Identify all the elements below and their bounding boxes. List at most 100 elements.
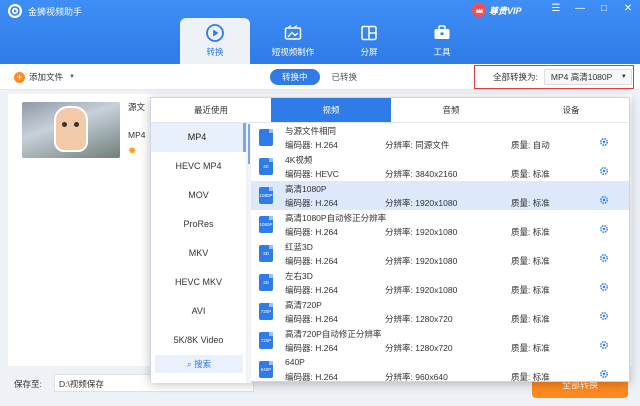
- video-file-icon: 720P: [259, 303, 273, 320]
- minimize-icon[interactable]: —: [574, 3, 586, 14]
- split-screen-icon: [360, 24, 378, 42]
- video-file-icon: 1080P: [259, 216, 273, 233]
- preset-name: 左右3D: [285, 271, 313, 281]
- preset-row[interactable]: 1080P 高清1080P自动修正分辨率 编码器: H.264 分辨率: 192…: [251, 210, 629, 239]
- preset-resolution: 分辨率: 1280x720: [385, 314, 453, 324]
- preset-row[interactable]: 720P 高清720P自动修正分辨率 编码器: H.264 分辨率: 1280x…: [251, 326, 629, 355]
- search-label: 搜索: [194, 359, 212, 369]
- format-item-hevc-mkv[interactable]: HEVC MKV: [151, 268, 246, 297]
- preset-row[interactable]: 720P 高清720P 编码器: H.264 分辨率: 1280x720 质量:…: [251, 297, 629, 326]
- preset-name: 高清720P自动修正分辨率: [285, 329, 382, 339]
- menu-icon[interactable]: ☰: [550, 3, 562, 14]
- preset-encoder: 编码器: H.264: [285, 198, 338, 208]
- chevron-down-icon[interactable]: ▼: [69, 74, 75, 80]
- gear-icon[interactable]: [599, 224, 609, 234]
- scrollbar-thumb[interactable]: [248, 124, 250, 164]
- gear-icon[interactable]: [599, 195, 609, 205]
- main-nav: 转换 短视频制作 分屏 工具: [180, 18, 478, 64]
- preset-name: 高清720P: [285, 300, 322, 310]
- nav-tab-split-screen[interactable]: 分屏: [336, 18, 402, 64]
- preset-resolution: 分辨率: 1920x1080: [385, 256, 458, 266]
- file-format: MP4: [128, 130, 146, 140]
- video-file-icon: 640P: [259, 361, 273, 378]
- preset-resolution: 分辨率: 1920x1080: [385, 227, 458, 237]
- preset-list: 与源文件相同 编码器: H.264 分辨率: 同源文件 质量: 自动 4K 4K…: [251, 123, 629, 383]
- film-icon: [284, 24, 302, 42]
- preset-name: 高清1080P: [285, 184, 327, 194]
- preset-row[interactable]: 3D 红蓝3D 编码器: H.264 分辨率: 1920x1080 质量: 标准: [251, 239, 629, 268]
- preset-name: 高清1080P自动修正分辨率: [285, 213, 387, 223]
- preset-name: 与源文件相同: [285, 126, 337, 136]
- gear-icon[interactable]: [599, 253, 609, 263]
- preset-encoder: 编码器: H.264: [285, 343, 338, 353]
- format-item-5k-8k[interactable]: 5K/8K Video: [151, 326, 246, 355]
- tab-video[interactable]: 视频: [271, 98, 391, 122]
- vip-crown-icon: [472, 3, 486, 17]
- preset-row[interactable]: 3D 左右3D 编码器: H.264 分辨率: 1920x1080 质量: 标准: [251, 268, 629, 297]
- tab-recent[interactable]: 最近使用: [151, 98, 271, 122]
- format-search-button[interactable]: ⌕ 搜索: [155, 355, 243, 373]
- preset-row-selected[interactable]: 1080P 高清1080P 编码器: H.264 分辨率: 1920x1080 …: [251, 181, 629, 210]
- add-file-button[interactable]: + 添加文件 ▼: [14, 71, 75, 83]
- preset-encoder: 编码器: H.264: [285, 256, 338, 266]
- preset-quality: 质量: 标准: [511, 314, 550, 324]
- title-bar: 金狮视频助手 转换 短视频制作 分屏 工具 尊贵VIP ☰ — □ ✕: [0, 0, 640, 64]
- preset-row[interactable]: 与源文件相同 编码器: H.264 分辨率: 同源文件 质量: 自动: [251, 123, 629, 152]
- nav-tab-label: 短视频制作: [271, 47, 315, 57]
- convert-icon: [206, 24, 224, 42]
- effects-icon[interactable]: ✸: [128, 146, 136, 157]
- video-file-icon: 3D: [259, 274, 273, 291]
- gear-icon[interactable]: [599, 369, 609, 379]
- gear-icon[interactable]: [599, 282, 609, 292]
- preset-encoder: 编码器: H.264: [285, 372, 338, 382]
- search-icon: ⌕: [186, 359, 192, 369]
- preset-quality: 质量: 标准: [511, 198, 550, 208]
- convert-all-select[interactable]: MP4 高清1080P ▼: [543, 69, 632, 85]
- tab-audio[interactable]: 音频: [391, 98, 511, 122]
- preset-quality: 质量: 标准: [511, 372, 550, 382]
- preset-resolution: 分辨率: 同源文件: [385, 140, 450, 150]
- gear-icon[interactable]: [599, 340, 609, 350]
- gear-icon[interactable]: [599, 137, 609, 147]
- preset-resolution: 分辨率: 1280x720: [385, 343, 453, 353]
- preset-row[interactable]: 640P 640P 编码器: H.264 分辨率: 960x640 质量: 标准: [251, 355, 629, 383]
- status-switch: 转换中 已转换: [270, 69, 369, 85]
- preset-encoder: 编码器: H.264: [285, 314, 338, 324]
- format-item-mkv[interactable]: MKV: [151, 239, 246, 268]
- maximize-icon[interactable]: □: [598, 3, 610, 14]
- preset-encoder: 编码器: H.264: [285, 285, 338, 295]
- vip-badge[interactable]: 尊贵VIP: [472, 3, 522, 17]
- convert-all-label: 全部转换为:: [493, 72, 538, 82]
- convert-all-value: MP4 高清1080P: [550, 72, 613, 82]
- preset-resolution: 分辨率: 1920x1080: [385, 198, 458, 208]
- format-item-mov[interactable]: MOV: [151, 181, 246, 210]
- window-controls: ☰ — □ ✕: [550, 3, 634, 14]
- nav-tab-label: 工具: [433, 47, 451, 57]
- preset-row[interactable]: 4K 4K视频 编码器: HEVC 分辨率: 3840x2160 质量: 标准: [251, 152, 629, 181]
- preset-resolution: 分辨率: 1920x1080: [385, 285, 458, 295]
- file-name: 源文: [128, 102, 146, 112]
- nav-tab-tools[interactable]: 工具: [406, 18, 478, 64]
- convert-all-format: 全部转换为: MP4 高清1080P ▼: [474, 65, 634, 89]
- tab-converted[interactable]: 已转换: [320, 69, 370, 85]
- tab-device[interactable]: 设备: [511, 98, 631, 122]
- gear-icon[interactable]: [599, 166, 609, 176]
- format-item-prores[interactable]: ProRes: [151, 210, 246, 239]
- video-thumbnail[interactable]: [22, 102, 120, 158]
- preset-resolution: 分辨率: 960x640: [385, 372, 448, 382]
- nav-tab-convert[interactable]: 转换: [180, 18, 250, 64]
- nav-tab-short-video[interactable]: 短视频制作: [254, 18, 332, 64]
- tab-converting[interactable]: 转换中: [270, 69, 320, 85]
- format-item-hevc-mp4[interactable]: HEVC MP4: [151, 152, 246, 181]
- format-list: MP4 HEVC MP4 MOV ProRes MKV HEVC MKV AVI…: [151, 123, 247, 383]
- format-item-avi[interactable]: AVI: [151, 297, 246, 326]
- format-item-mp4[interactable]: MP4: [151, 123, 246, 152]
- preset-name: 640P: [285, 357, 305, 367]
- preset-quality: 质量: 标准: [511, 343, 550, 353]
- close-icon[interactable]: ✕: [622, 3, 634, 14]
- gear-icon[interactable]: [599, 311, 609, 321]
- app-logo-icon: [8, 4, 22, 18]
- toolbar: + 添加文件 ▼ 转换中 已转换 全部转换为: MP4 高清1080P ▼: [0, 64, 640, 90]
- preset-resolution: 分辨率: 3840x2160: [385, 169, 458, 179]
- preset-encoder: 编码器: HEVC: [285, 169, 339, 179]
